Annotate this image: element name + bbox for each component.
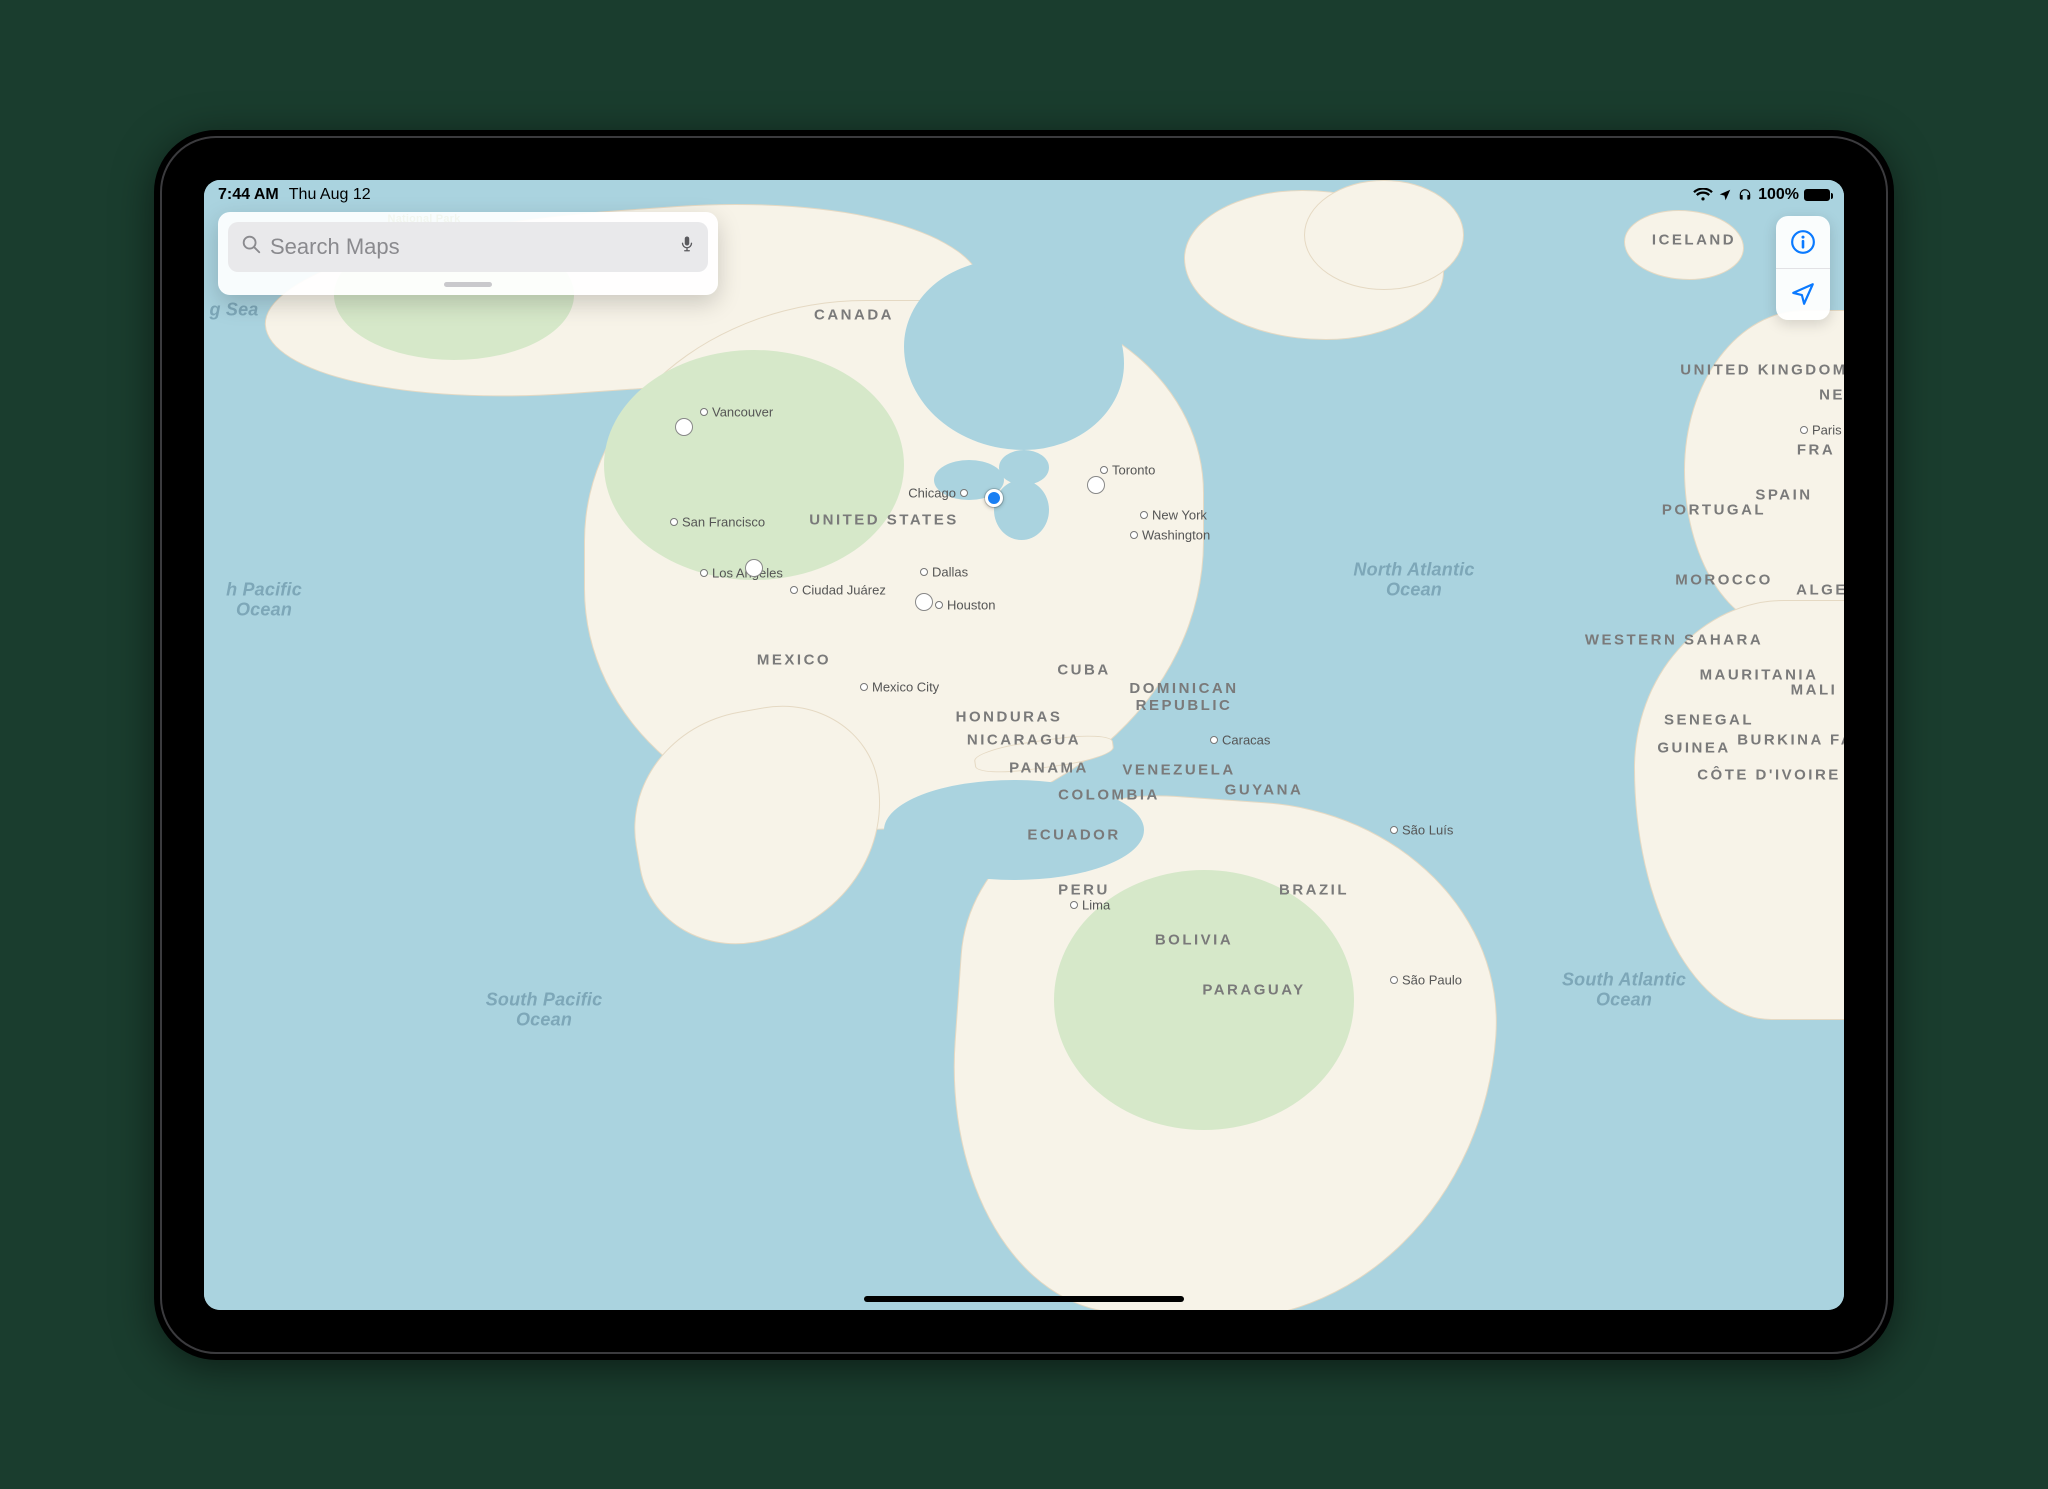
country-label: ALGE bbox=[1796, 581, 1844, 598]
city-marker[interactable] bbox=[700, 408, 708, 416]
country-label: VENEZUELA bbox=[1122, 761, 1235, 778]
country-label: SENEGAL bbox=[1664, 711, 1754, 728]
country-label: FRA bbox=[1797, 441, 1835, 458]
city-marker[interactable] bbox=[935, 601, 943, 609]
city-marker[interactable] bbox=[700, 569, 708, 577]
country-label: NE bbox=[1819, 386, 1844, 403]
city-marker[interactable] bbox=[960, 489, 968, 497]
country-label: UNITED STATES bbox=[809, 511, 958, 528]
city-label: New York bbox=[1152, 507, 1207, 522]
country-label: CUBA bbox=[1057, 661, 1110, 678]
country-label: PORTUGAL bbox=[1662, 501, 1766, 518]
screen: 7:44 AM Thu Aug 12 100% bbox=[204, 180, 1844, 1310]
country-label: GUYANA bbox=[1225, 781, 1304, 798]
city-marker[interactable] bbox=[1070, 901, 1078, 909]
city-marker[interactable] bbox=[1140, 511, 1148, 519]
city-label: São Luís bbox=[1402, 822, 1453, 837]
panel-drag-handle[interactable] bbox=[444, 282, 492, 287]
tracking-button[interactable] bbox=[1776, 268, 1830, 320]
country-label: MALI bbox=[1791, 681, 1838, 698]
city-marker[interactable] bbox=[860, 683, 868, 691]
headphones-icon bbox=[1737, 188, 1753, 202]
country-label: PANAMA bbox=[1009, 759, 1089, 776]
map-controls bbox=[1776, 216, 1830, 320]
country-label: PARAGUAY bbox=[1202, 981, 1305, 998]
ocean-label: g Sea bbox=[209, 299, 258, 320]
city-label: Chicago bbox=[908, 485, 956, 500]
country-label: ECUADOR bbox=[1027, 826, 1120, 843]
city-marker[interactable] bbox=[920, 568, 928, 576]
landmass bbox=[1634, 600, 1844, 1020]
search-input[interactable] bbox=[270, 234, 670, 260]
city-label: Vancouver bbox=[712, 404, 773, 419]
country-label: PERU bbox=[1058, 881, 1110, 898]
map-canvas[interactable]: National Parkand Preserve CANADAUNITED S… bbox=[204, 180, 1844, 1310]
highway-shield-icon bbox=[1087, 476, 1105, 494]
ocean-label: North AtlanticOcean bbox=[1353, 559, 1474, 600]
highway-shield-icon bbox=[745, 559, 763, 577]
country-label: MOROCCO bbox=[1675, 571, 1773, 588]
city-marker[interactable] bbox=[1210, 736, 1218, 744]
country-label: NICARAGUA bbox=[967, 731, 1081, 748]
search-panel[interactable] bbox=[218, 212, 718, 295]
city-label: Houston bbox=[947, 597, 995, 612]
ipad-device-frame: 7:44 AM Thu Aug 12 100% bbox=[154, 130, 1894, 1360]
search-field[interactable] bbox=[228, 222, 708, 272]
city-label: Lima bbox=[1082, 897, 1110, 912]
highway-shield-icon bbox=[675, 418, 693, 436]
search-icon bbox=[240, 233, 262, 260]
country-label: CÔTE D'IVOIRE bbox=[1697, 766, 1841, 783]
water-body bbox=[994, 480, 1049, 540]
city-label: Mexico City bbox=[872, 679, 939, 694]
city-label: Toronto bbox=[1112, 462, 1155, 477]
city-label: Caracas bbox=[1222, 732, 1270, 747]
city-marker[interactable] bbox=[1130, 531, 1138, 539]
country-label: HONDURAS bbox=[956, 708, 1063, 725]
highway-shield-icon bbox=[915, 593, 933, 611]
battery-percent: 100% bbox=[1758, 186, 1799, 204]
status-time: 7:44 AM bbox=[218, 186, 279, 204]
city-label: Paris bbox=[1812, 422, 1842, 437]
ocean-label: South AtlanticOcean bbox=[1562, 969, 1686, 1010]
battery-icon bbox=[1804, 189, 1830, 201]
city-label: Dallas bbox=[932, 564, 968, 579]
user-location-dot[interactable] bbox=[985, 489, 1003, 507]
country-label: UNITED KINGDOM bbox=[1680, 361, 1844, 378]
city-label: São Paulo bbox=[1402, 972, 1462, 987]
status-date: Thu Aug 12 bbox=[289, 186, 371, 204]
country-label: WESTERN SAHARA bbox=[1585, 631, 1763, 648]
ocean-label: h PacificOcean bbox=[226, 579, 302, 620]
country-label: BURKINA FASO bbox=[1737, 731, 1844, 748]
home-indicator[interactable] bbox=[864, 1296, 1184, 1302]
country-label: BOLIVIA bbox=[1155, 931, 1233, 948]
country-label: COLOMBIA bbox=[1058, 786, 1160, 803]
country-label: BRAZIL bbox=[1279, 881, 1349, 898]
city-label: Ciudad Juárez bbox=[802, 582, 886, 597]
wifi-icon bbox=[1693, 188, 1713, 202]
city-marker[interactable] bbox=[670, 518, 678, 526]
country-label: CANADA bbox=[814, 306, 894, 323]
country-label: GUINEA bbox=[1657, 739, 1730, 756]
location-status-icon bbox=[1718, 188, 1732, 202]
city-marker[interactable] bbox=[790, 586, 798, 594]
city-label: Washington bbox=[1142, 527, 1210, 542]
ocean-label: South PacificOcean bbox=[486, 989, 603, 1030]
water-body bbox=[999, 450, 1049, 485]
city-marker[interactable] bbox=[1800, 426, 1808, 434]
city-marker[interactable] bbox=[1390, 976, 1398, 984]
status-bar: 7:44 AM Thu Aug 12 100% bbox=[204, 180, 1844, 208]
map-info-button[interactable] bbox=[1776, 216, 1830, 268]
country-label: ICELAND bbox=[1652, 231, 1736, 248]
country-label: MEXICO bbox=[757, 651, 831, 668]
city-label: San Francisco bbox=[682, 514, 765, 529]
city-marker[interactable] bbox=[1390, 826, 1398, 834]
country-label: DOMINICANREPUBLIC bbox=[1129, 680, 1238, 714]
city-marker[interactable] bbox=[1100, 466, 1108, 474]
country-label: SPAIN bbox=[1755, 486, 1812, 503]
dictation-icon[interactable] bbox=[678, 232, 696, 261]
terrain bbox=[604, 350, 904, 580]
